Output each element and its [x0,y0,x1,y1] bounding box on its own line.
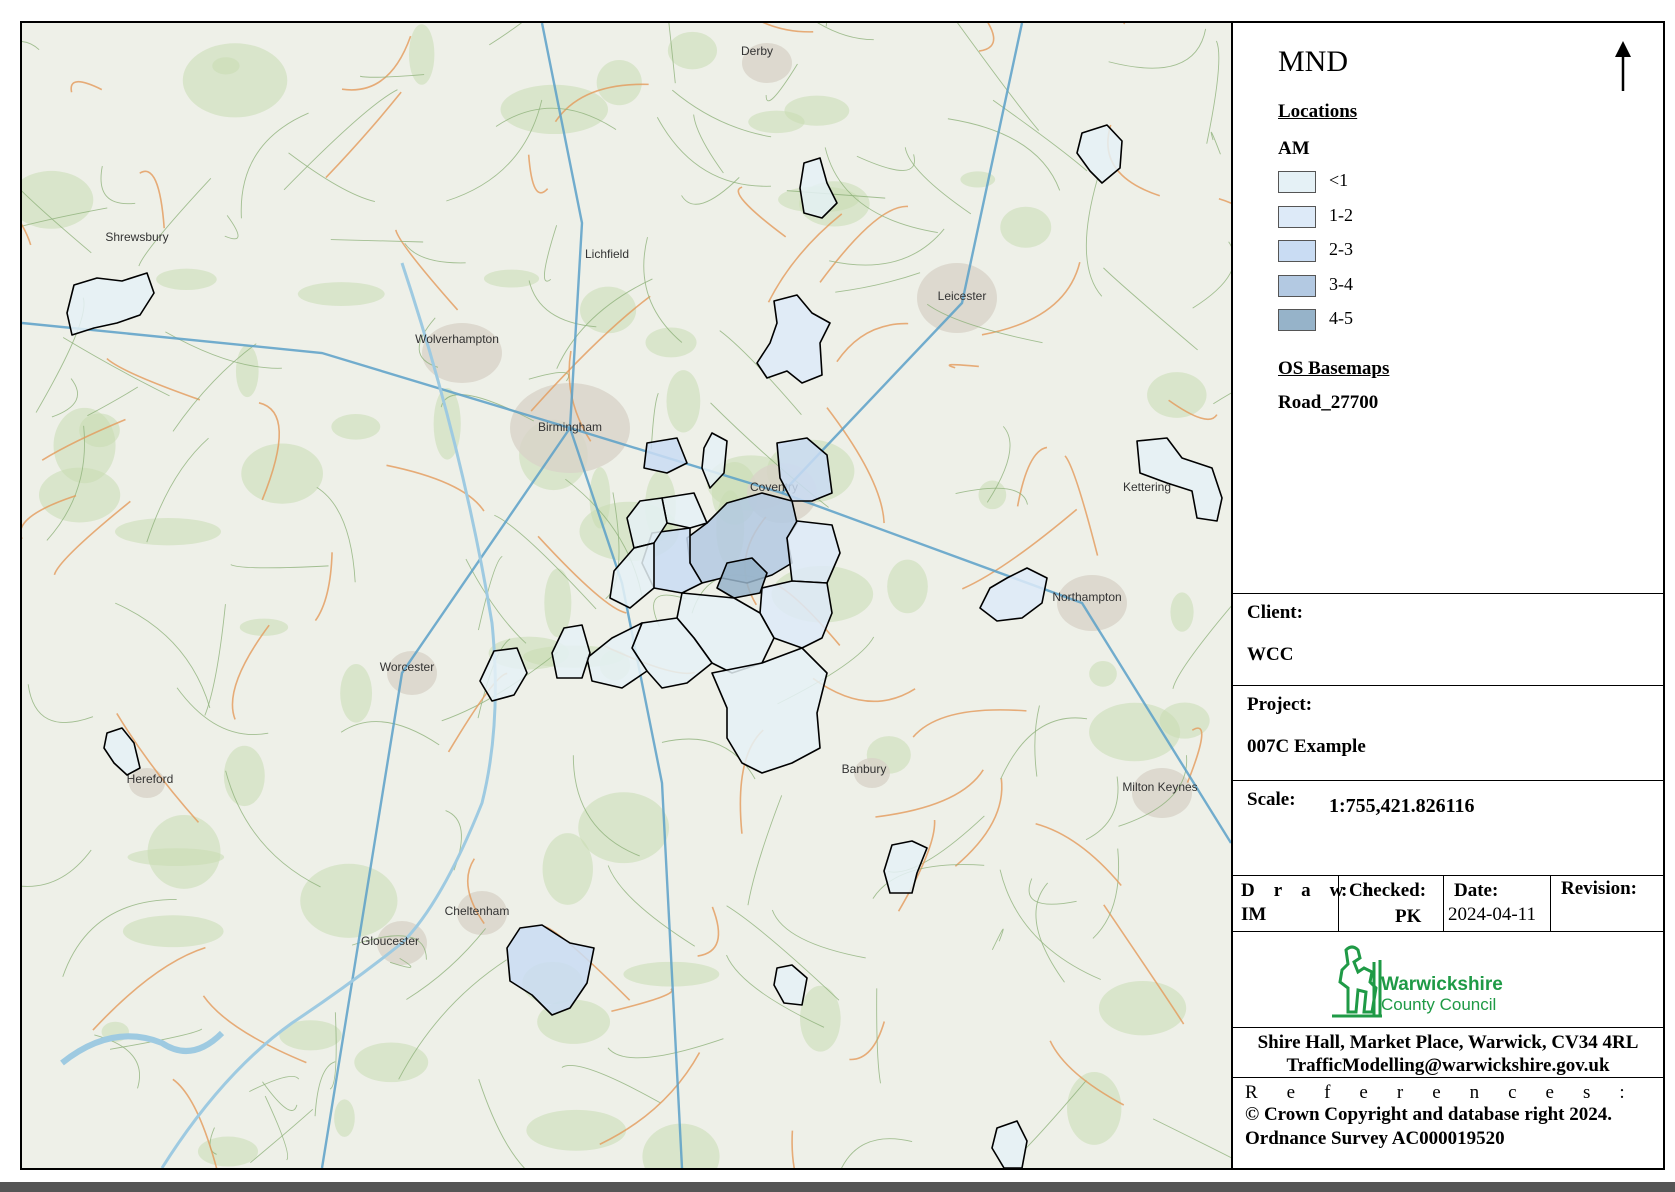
woodland-area [887,559,928,614]
client-section: Client: WCC [1233,593,1663,685]
place-label: Cheltenham [445,904,510,918]
basemap-name: Road_27700 [1278,392,1379,413]
woodland-area [578,792,670,864]
date-value: 2024-04-11 [1448,904,1536,925]
drawn-checked-row: Drawn IM : Checked: PK Date: 2024-04-11 … [1233,875,1663,931]
woodland-area [667,31,718,70]
legend-swatch [1278,240,1316,262]
warwickshire-bear-logo-icon [1332,945,1382,1018]
place-label: Milton Keynes [1122,780,1197,794]
woodland-area [197,1136,259,1167]
legend-label: 1-2 [1329,204,1353,225]
address-line: Shire Hall, Market Place, Warwick, CV34 … [1257,1032,1639,1053]
email-line: TrafficModelling@warwickshire.gov.uk [1286,1055,1610,1076]
references-label: References: [1245,1082,1654,1103]
woodland-area [1170,592,1194,632]
legend-swatch [1278,309,1316,331]
woodland-area [182,43,288,118]
logo-line2: County Council [1381,995,1497,1014]
project-section: Project: 007C Example [1233,685,1663,780]
date-label: Date: [1454,880,1499,901]
legend-label: <1 [1329,170,1349,190]
woodland-area [235,345,259,398]
client-label: Client: [1247,602,1303,623]
map-view[interactable]: Derby Leicester Wolverhampton Birmingham Cov… [22,23,1233,1168]
woodland-area [122,915,224,948]
place-label: Worcester [380,660,434,674]
woodland-area [241,443,323,504]
scale-section: Scale: 1:755,421.826116 [1233,780,1663,875]
checked-value: PK [1395,906,1422,927]
checked-cell: : Checked: PK [1339,876,1444,931]
basemaps-header: OS Basemaps [1278,358,1390,379]
place-label: Gloucester [361,934,419,948]
place-label: Leicester [938,289,987,303]
copyright-line2: Ordnance Survey AC000019520 [1245,1128,1505,1149]
woodland-area [334,1099,355,1137]
woodland-area [340,664,373,723]
period-label: AM [1278,138,1310,159]
woodland-area [1067,1072,1122,1145]
place-label: Lichfield [585,247,629,261]
woodland-area [297,282,385,306]
project-label: Project: [1247,694,1313,715]
woodland-area [483,269,540,288]
woodland-area [300,863,398,938]
woodland-area [114,517,222,546]
woodland-area [1000,206,1052,248]
place-label: Shrewsbury [105,230,168,244]
legend-panel: MND Locations AM <1 1-2 2-3 3-4 4-5 OS Basem… [1233,23,1663,1168]
logo-section: Warwickshire County Council [1233,931,1663,1027]
checked-label: Checked: [1349,880,1427,901]
project-value: 007C Example [1247,736,1366,757]
woodland-area [1089,660,1117,687]
north-arrow-icon [1615,41,1631,91]
scale-label: Scale: [1247,789,1296,810]
place-label: Northampton [1052,590,1121,604]
woodland-area [666,370,701,433]
legend-title: MND [1278,45,1349,78]
window-bottom-bar [0,1182,1675,1192]
legend-swatch [1278,274,1316,297]
drawn-colon: : [1341,880,1348,901]
drawn-cell: Drawn IM [1233,876,1373,931]
revision-label: Revision: [1561,878,1637,899]
address-section: Shire Hall, Market Place, Warwick, CV34 … [1233,1027,1663,1077]
legend-swatch [1278,205,1316,228]
place-label: Birmingham [538,420,602,434]
woodland-area [331,414,381,440]
map-canvas[interactable]: DerbyLeicesterWolverhamptonBirminghamCov… [22,23,1231,1168]
woodland-area [223,745,265,807]
woodland-area [212,57,240,75]
legend-label: 4-5 [1329,308,1353,328]
place-label: Banbury [842,762,887,776]
place-label: Wolverhampton [415,332,499,346]
woodland-area [526,1109,627,1151]
woodland-area [1147,372,1207,418]
references-section: References: © Crown Copyright and databa… [1233,1077,1663,1168]
woodland-area [147,814,221,889]
place-label: Hereford [127,772,174,786]
legend-swatch [1278,171,1316,193]
woodland-area [156,268,217,291]
legend-label: 2-3 [1329,239,1353,259]
woodland-area [748,110,805,134]
legend-section: MND Locations AM <1 1-2 2-3 3-4 4-5 OS Basem… [1233,23,1663,593]
copyright-line1: © Crown Copyright and database right 202… [1245,1104,1612,1125]
logo-line1: Warwickshire [1381,974,1503,995]
client-value: WCC [1247,644,1294,665]
legend-label: 3-4 [1329,273,1353,294]
revision-cell: Revision: [1551,876,1663,931]
locations-header: Locations [1278,101,1358,122]
woodland-area [596,59,642,106]
place-label: Derby [741,44,773,58]
drawn-value: IM [1241,904,1267,925]
date-cell: Date: 2024-04-11 [1444,876,1551,931]
scale-value: 1:755,421.826116 [1329,795,1475,817]
